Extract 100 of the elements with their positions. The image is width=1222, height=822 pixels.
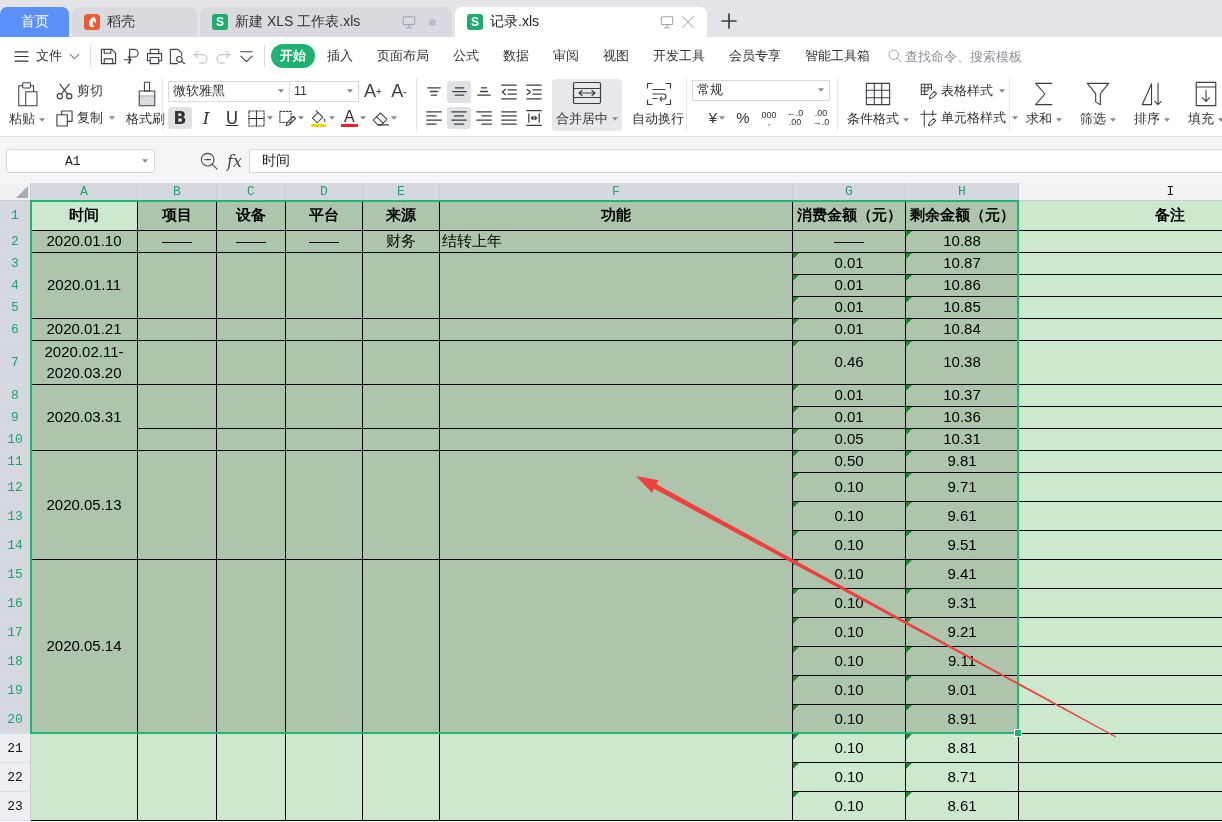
table-cell: 财务 <box>363 231 440 253</box>
borders-button[interactable] <box>246 107 275 129</box>
triangle-icon <box>16 186 28 198</box>
align-center-button[interactable] <box>447 106 471 129</box>
table-cell: 平台 <box>286 201 363 231</box>
fill-button[interactable]: 填充 <box>1184 78 1222 131</box>
stem-arrow-icon <box>123 47 140 65</box>
table-cell: 0.10 <box>793 473 906 502</box>
tab[interactable]: S 新建 XLS 工作表.xls <box>200 7 452 37</box>
search-icon <box>888 49 902 63</box>
table-cell: 0.10 <box>793 705 906 734</box>
merge-center-button[interactable]: 合并居中 <box>552 78 622 131</box>
caret-icon <box>390 116 397 120</box>
table-cell: 2020.01.11 <box>31 253 138 319</box>
cut-button[interactable]: 剪切 <box>53 80 118 102</box>
table-cell: 10.38 <box>906 341 1019 385</box>
increase-decimal-button[interactable]: ←.0 .00 <box>784 105 806 130</box>
thousands-separator-button[interactable]: 000 , <box>758 105 780 130</box>
wrap-text-button[interactable]: 自动换行 <box>628 78 690 131</box>
copy-button[interactable]: 复制 <box>53 107 118 129</box>
table-cell: 0.10 <box>793 560 906 589</box>
format-painter-button[interactable]: 格式刷 <box>122 78 171 131</box>
table-cell: —— <box>793 231 906 253</box>
fill-color-button[interactable] <box>308 107 337 129</box>
tab[interactable]: 稻壳 <box>72 7 197 37</box>
table-cell: 2020.01.10 <box>31 231 138 253</box>
number-format-dropdown[interactable]: 常规 <box>692 79 830 101</box>
table-cell: 0.10 <box>793 618 906 647</box>
ribbon-tab[interactable]: 视图 <box>591 44 641 68</box>
cell-style-button[interactable]: 单元格样式 <box>917 107 1021 129</box>
caret-icon <box>1164 117 1170 122</box>
table-cell: 0.10 <box>793 792 906 821</box>
ribbon-tab[interactable]: 插入 <box>315 44 365 68</box>
ribbon-tab[interactable]: 审阅 <box>541 44 591 68</box>
bold-button[interactable]: B <box>168 107 192 129</box>
table-cell: 剩余金额（元） <box>906 201 1019 231</box>
caret-icon <box>142 159 148 163</box>
caret-icon <box>267 116 273 120</box>
caret-icon <box>1012 116 1018 120</box>
row-header[interactable]: 23 <box>0 792 31 821</box>
table-cell: 0.10 <box>793 647 906 676</box>
filter-button[interactable]: 筛选 <box>1076 78 1120 131</box>
table-cell: 0.05 <box>793 429 906 451</box>
ribbon-tab[interactable]: 数据 <box>491 44 541 68</box>
underline-button[interactable]: U <box>220 107 244 129</box>
caret-icon <box>999 89 1005 93</box>
table-cell: 10.31 <box>906 429 1019 451</box>
conditional-format-button[interactable]: 条件格式 <box>843 78 913 131</box>
percent-button[interactable]: % <box>732 106 754 129</box>
align-right-icon <box>476 109 492 126</box>
name-box[interactable]: A1 <box>6 149 155 173</box>
wrap-text-icon <box>646 80 672 107</box>
table-cell: 2020.02.11-2020.03.20 <box>31 341 138 385</box>
ribbon-tab[interactable]: 公式 <box>441 44 491 68</box>
table-style-button[interactable]: 表格样式 <box>917 80 1021 102</box>
table-cell: 0.50 <box>793 451 906 473</box>
file-menu[interactable]: 文件 <box>10 43 84 69</box>
merge-cells-icon <box>572 81 602 106</box>
search-field[interactable]: 查找命令、搜索模板 <box>888 48 1029 64</box>
italic-button[interactable]: I <box>194 107 218 129</box>
ribbon-tab[interactable]: 智能工具箱 <box>793 44 882 68</box>
table-cell: 2020.01.21 <box>31 319 138 341</box>
font-color-button[interactable]: A <box>339 107 368 129</box>
align-middle-button[interactable] <box>447 80 471 103</box>
align-left-icon <box>426 109 442 126</box>
font-name-dropdown[interactable]: 微软雅黑 <box>168 80 290 102</box>
increase-font-size-button[interactable]: A$^{+}$ <box>361 80 385 102</box>
fill-handle[interactable] <box>1014 729 1022 737</box>
zoom-out-icon[interactable] <box>200 152 218 170</box>
column-header[interactable]: I <box>1019 183 1222 201</box>
decrease-decimal-button[interactable]: .00 →.0 <box>810 105 832 130</box>
align-center-icon <box>451 109 467 126</box>
ribbon-tab[interactable]: 会员专享 <box>717 44 793 68</box>
sum-button[interactable]: 求和 <box>1022 78 1066 131</box>
align-middle-icon <box>451 87 467 96</box>
row-header[interactable]: 22 <box>0 763 31 792</box>
table-cell: 8.61 <box>906 792 1019 821</box>
borders-icon <box>248 109 265 127</box>
scissors-icon <box>56 82 73 100</box>
table-cell: 结转上年 <box>440 231 793 253</box>
caret-icon <box>347 89 353 93</box>
ribbon-tab[interactable]: 开发工具 <box>641 44 717 68</box>
caret-icon <box>1218 117 1222 122</box>
ribbon-tab[interactable]: 页面布局 <box>365 44 441 68</box>
table-cell: 9.81 <box>906 451 1019 473</box>
insert-function-button[interactable]: fx <box>227 151 242 171</box>
sort-button[interactable]: 排序 <box>1130 78 1174 131</box>
table-cell: 9.31 <box>906 589 1019 618</box>
funnel-icon <box>1085 80 1111 107</box>
new-tab-button[interactable] <box>719 10 739 31</box>
font-size-dropdown[interactable]: 11 <box>289 80 359 102</box>
decrease-font-size-button[interactable]: A$^{-}$ <box>387 80 411 102</box>
row-header[interactable]: 21 <box>0 734 31 763</box>
plus-icon <box>721 12 737 29</box>
table-cell: 10.36 <box>906 407 1019 429</box>
currency-button[interactable]: ¥ <box>706 106 728 129</box>
justify-icon <box>501 109 517 126</box>
paste-button[interactable]: 粘贴 <box>5 78 49 131</box>
table-cell: 8.91 <box>906 705 1019 734</box>
formula-field[interactable]: 时间 <box>248 149 1222 173</box>
